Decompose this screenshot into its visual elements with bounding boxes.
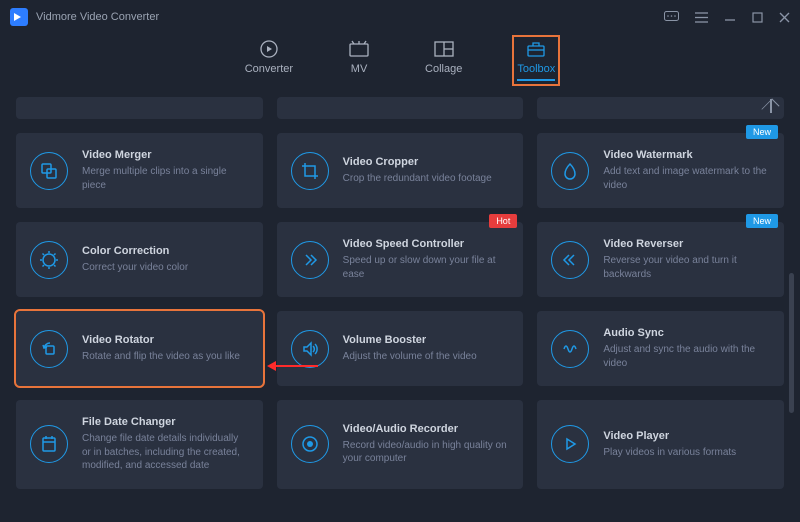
cropper-icon xyxy=(291,152,329,190)
tab-label: Collage xyxy=(425,63,462,75)
titlebar: Vidmore Video Converter xyxy=(0,0,800,34)
recorder-icon xyxy=(291,425,329,463)
tool-file-date-changer[interactable]: File Date Changer Change file date detai… xyxy=(16,400,263,489)
tool-video-cropper[interactable]: Video Cropper Crop the redundant video f… xyxy=(277,133,524,208)
tool-audio-sync[interactable]: Audio Sync Adjust and sync the audio wit… xyxy=(537,311,784,386)
tool-title: Video Speed Controller xyxy=(343,238,510,250)
file-date-icon xyxy=(30,425,68,463)
tab-label: MV xyxy=(351,63,368,75)
tool-desc: Correct your video color xyxy=(82,261,188,275)
tool-title: Video Player xyxy=(603,430,736,442)
tool-desc: Add text and image watermark to the vide… xyxy=(603,165,770,192)
maximize-icon[interactable] xyxy=(752,12,763,23)
tool-desc: Adjust and sync the audio with the video xyxy=(603,343,770,370)
audio-sync-icon xyxy=(551,330,589,368)
tab-label: Toolbox xyxy=(517,63,555,75)
partial-row xyxy=(16,97,784,119)
player-icon xyxy=(551,425,589,463)
reverser-icon xyxy=(551,241,589,279)
tab-mv[interactable]: MV xyxy=(348,40,370,81)
tool-desc: Change file date details individually or… xyxy=(82,432,249,473)
tool-title: File Date Changer xyxy=(82,416,249,428)
tool-color-correction[interactable]: Color Correction Correct your video colo… xyxy=(16,222,263,297)
tab-converter[interactable]: Converter xyxy=(245,40,293,81)
tool-desc: Reverse your video and turn it backwards xyxy=(603,254,770,281)
close-icon[interactable] xyxy=(779,12,790,23)
tool-video-speed-controller[interactable]: Hot Video Speed Controller Speed up or s… xyxy=(277,222,524,297)
tool-volume-booster[interactable]: Volume Booster Adjust the volume of the … xyxy=(277,311,524,386)
mv-icon xyxy=(348,40,370,58)
partial-card[interactable] xyxy=(16,97,263,119)
minimize-icon[interactable] xyxy=(724,11,736,23)
volume-icon xyxy=(291,330,329,368)
tool-title: Video Merger xyxy=(82,149,249,161)
tool-title: Audio Sync xyxy=(603,327,770,339)
main-tabs: Converter MV Collage Toolbox xyxy=(0,34,800,97)
tool-desc: Merge multiple clips into a single piece xyxy=(82,165,249,192)
app-logo-icon xyxy=(10,8,28,26)
tool-desc: Rotate and flip the video as you like xyxy=(82,350,240,364)
window-controls xyxy=(664,11,790,23)
tab-label: Converter xyxy=(245,63,293,75)
app-title: Vidmore Video Converter xyxy=(36,11,159,23)
tool-title: Video Cropper xyxy=(343,156,492,168)
toolbox-icon xyxy=(525,40,547,58)
new-badge: New xyxy=(746,125,778,139)
scroll-to-top[interactable] xyxy=(537,97,784,119)
tool-video-rotator[interactable]: Video Rotator Rotate and flip the video … xyxy=(16,311,263,386)
merger-icon xyxy=(30,152,68,190)
tool-video-player[interactable]: Video Player Play videos in various form… xyxy=(537,400,784,489)
speed-icon xyxy=(291,241,329,279)
color-icon xyxy=(30,241,68,279)
new-badge: New xyxy=(746,214,778,228)
tool-desc: Record video/audio in high quality on yo… xyxy=(343,439,510,466)
feedback-icon[interactable] xyxy=(664,11,679,23)
rotator-icon xyxy=(30,330,68,368)
tool-title: Video/Audio Recorder xyxy=(343,423,510,435)
tool-video-reverser[interactable]: New Video Reverser Reverse your video an… xyxy=(537,222,784,297)
menu-icon[interactable] xyxy=(695,12,708,23)
watermark-icon xyxy=(551,152,589,190)
tool-title: Video Reverser xyxy=(603,238,770,250)
tool-title: Video Watermark xyxy=(603,149,770,161)
tab-toolbox[interactable]: Toolbox xyxy=(517,40,555,81)
scrollbar-thumb[interactable] xyxy=(789,273,794,413)
tool-title: Video Rotator xyxy=(82,334,240,346)
tool-video-watermark[interactable]: New Video Watermark Add text and image w… xyxy=(537,133,784,208)
tool-video-audio-recorder[interactable]: Video/Audio Recorder Record video/audio … xyxy=(277,400,524,489)
hot-badge: Hot xyxy=(489,214,517,228)
tool-desc: Adjust the volume of the video xyxy=(343,350,477,364)
tool-desc: Speed up or slow down your file at ease xyxy=(343,254,510,281)
tool-desc: Crop the redundant video footage xyxy=(343,172,492,186)
tool-title: Volume Booster xyxy=(343,334,477,346)
tool-video-merger[interactable]: Video Merger Merge multiple clips into a… xyxy=(16,133,263,208)
tool-desc: Play videos in various formats xyxy=(603,446,736,460)
collage-icon xyxy=(433,40,455,58)
tools-grid: Video Merger Merge multiple clips into a… xyxy=(16,133,784,489)
tab-collage[interactable]: Collage xyxy=(425,40,462,81)
partial-card[interactable] xyxy=(277,97,524,119)
content-area: Video Merger Merge multiple clips into a… xyxy=(0,97,800,522)
tool-title: Color Correction xyxy=(82,245,188,257)
converter-icon xyxy=(258,40,280,58)
